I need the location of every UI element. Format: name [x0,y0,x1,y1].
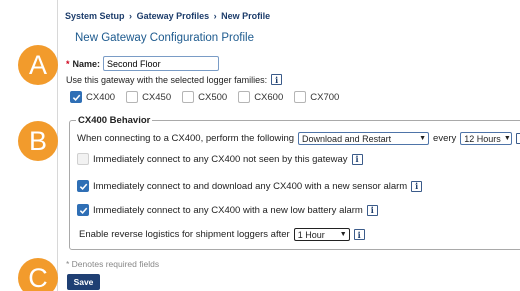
logger-families-label: Use this gateway with the selected logge… [66,74,268,85]
checkbox-checked-icon[interactable] [77,204,89,216]
action-select[interactable]: Download and Restart ▼ [298,132,430,145]
family-label: CX500 [198,91,228,103]
family-cx400[interactable]: CX400 [70,91,115,103]
breadcrumb-new-profile: New Profile [221,11,271,21]
checkbox-icon[interactable] [294,91,307,103]
breadcrumb-separator: › [129,11,133,21]
family-label: CX600 [254,91,284,103]
interval-select-value: 12 Hours [464,133,501,144]
family-cx600[interactable]: CX600 [238,91,283,103]
option-not-seen-row: Immediately connect to any CX400 not see… [77,153,363,165]
logger-families-group: CX400 CX450 CX500 CX600 CX700 [70,91,350,103]
callout-marker-c: C [18,258,58,291]
info-icon[interactable]: i [516,133,520,144]
required-fields-note: * Denotes required fields [66,259,160,269]
checkbox-icon[interactable] [77,153,89,165]
reverse-logistics-label: Enable reverse logistics for shipment lo… [79,229,290,240]
family-cx500[interactable]: CX500 [182,91,227,103]
name-label: Name: [72,58,101,69]
checkbox-icon[interactable] [182,91,195,103]
name-row: * Name: [66,56,220,71]
family-label: CX400 [86,91,116,103]
info-icon[interactable]: i [353,229,365,240]
breadcrumb-system-setup[interactable]: System Setup [65,11,125,21]
name-input[interactable] [103,56,220,71]
connect-action-row: When connecting to a CX400, perform the … [77,132,520,145]
option-low-battery-label: Immediately connect to any CX400 with a … [93,204,363,216]
family-label: CX700 [310,91,340,103]
checkbox-checked-icon[interactable] [77,180,89,192]
option-sensor-alarm-row: Immediately connect to and download any … [77,180,423,192]
reverse-logistics-select-value: 1 Hour [297,229,325,240]
breadcrumb: System Setup › Gateway Profiles › New Pr… [65,11,270,21]
info-icon[interactable]: i [351,153,363,165]
callout-marker-a: A [18,45,58,85]
breadcrumb-separator: › [213,11,217,21]
required-asterisk: * [66,58,70,69]
option-not-seen-label: Immediately connect to any CX400 not see… [93,153,348,165]
info-icon[interactable]: i [411,180,423,192]
cx400-behavior-legend: CX400 Behavior [76,115,153,126]
save-button[interactable]: Save [67,274,100,290]
family-label: CX450 [142,91,172,103]
breadcrumb-gateway-profiles[interactable]: Gateway Profiles [137,11,210,21]
family-cx700[interactable]: CX700 [294,91,339,103]
checkbox-icon[interactable] [126,91,139,103]
info-icon[interactable]: i [271,74,283,85]
info-icon[interactable]: i [366,204,378,216]
family-cx450[interactable]: CX450 [126,91,171,103]
every-label: every [433,133,457,144]
interval-select[interactable]: 12 Hours ▼ [460,132,513,145]
reverse-logistics-select[interactable]: 1 Hour ▼ [293,228,350,241]
checkbox-checked-icon[interactable] [70,91,82,103]
connect-prefix-label: When connecting to a CX400, perform the … [77,133,295,144]
option-sensor-alarm-label: Immediately connect to and download any … [93,180,408,192]
reverse-logistics-row: Enable reverse logistics for shipment lo… [79,228,365,241]
callout-marker-b: B [18,121,58,161]
chevron-down-icon: ▼ [339,231,347,238]
option-low-battery-row: Immediately connect to any CX400 with a … [77,204,378,216]
chevron-down-icon: ▼ [503,135,511,142]
page-title: New Gateway Configuration Profile [75,32,254,44]
logger-families-question: Use this gateway with the selected logge… [66,74,283,85]
chevron-down-icon: ▼ [419,135,427,142]
action-select-value: Download and Restart [302,133,392,144]
checkbox-icon[interactable] [238,91,251,103]
